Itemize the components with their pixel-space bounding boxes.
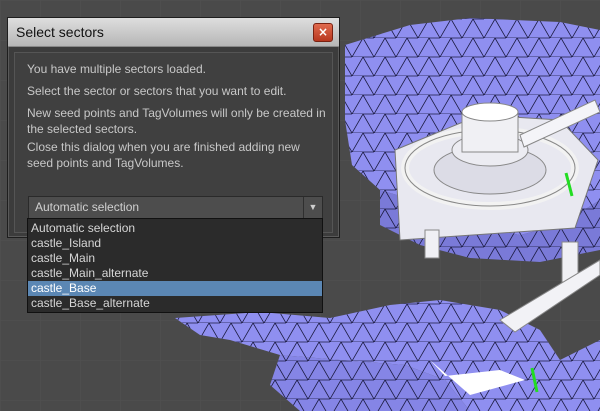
option-automatic-selection[interactable]: Automatic selection — [28, 221, 322, 236]
close-button[interactable]: × — [313, 23, 333, 42]
chevron-down-icon[interactable]: ▼ — [303, 197, 322, 218]
dialog-titlebar[interactable]: Select sectors × — [8, 18, 339, 47]
sector-select-dropdown[interactable]: Automatic selection ▼ — [28, 196, 323, 219]
info-text-loaded: You have multiple sectors loaded. — [27, 62, 207, 76]
option-castle-base-alternate[interactable]: castle_Base_alternate — [28, 296, 322, 311]
info-text-seed-points: New seed points and TagVolumes will only… — [27, 106, 326, 136]
option-castle-main[interactable]: castle_Main — [28, 251, 322, 266]
option-castle-main-alternate[interactable]: castle_Main_alternate — [28, 266, 322, 281]
dialog-title: Select sectors — [16, 24, 104, 40]
sector-options-list[interactable]: Automatic selection castle_Island castle… — [27, 218, 323, 313]
option-castle-base[interactable]: castle_Base — [28, 281, 322, 296]
option-castle-island[interactable]: castle_Island — [28, 236, 322, 251]
dropdown-value: Automatic selection — [35, 200, 140, 214]
info-text-close: Close this dialog when you are finished … — [27, 140, 300, 170]
info-text-select: Select the sector or sectors that you wa… — [27, 84, 287, 98]
